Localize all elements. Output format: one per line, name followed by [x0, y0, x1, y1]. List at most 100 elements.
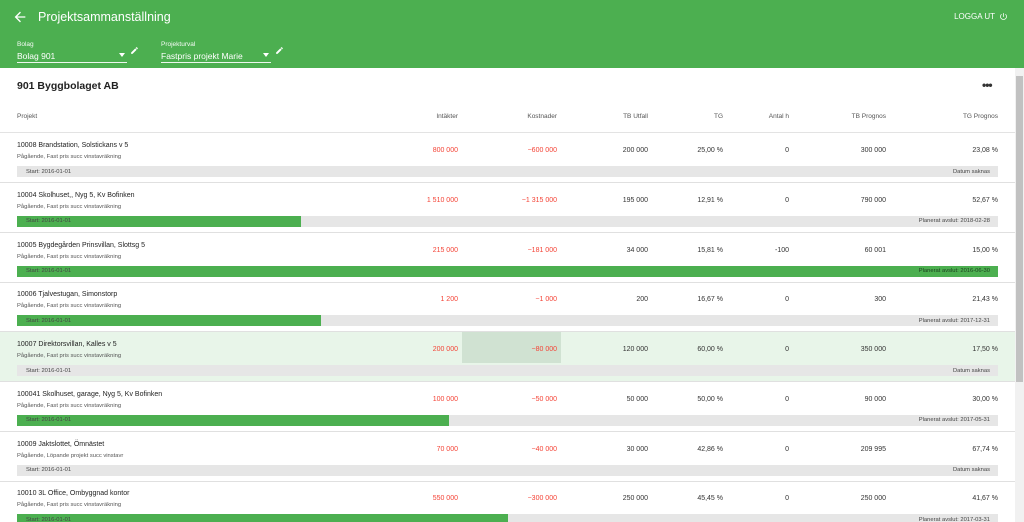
- cell-tb-prognos: 300 000: [860, 147, 886, 154]
- progress-bar: Start: 2016-01-01 Datum saknas: [17, 365, 998, 376]
- table-row[interactable]: 10006 Tjalvestugan, Simonstorp Pågående, …: [0, 282, 1015, 333]
- col-header-tb-utfall: TB Utfall: [623, 113, 648, 120]
- start-date: Start: 2016-01-01: [26, 367, 72, 374]
- end-date: Datum saknas: [952, 367, 990, 374]
- col-header-projekt: Projekt: [17, 113, 38, 120]
- start-date: Start: 2016-01-01: [26, 218, 72, 225]
- col-header-intakter: Intäkter: [436, 113, 458, 120]
- project-status: Pågående, Fast pris succ vinstavräkning: [17, 402, 122, 409]
- start-date: Start: 2016-01-01: [26, 516, 72, 522]
- project-name: 10004 Skolhuset,, Nyg 5, Kv Bofinken: [17, 191, 135, 199]
- cell-tg-prognos: 41,67 %: [972, 495, 998, 503]
- cell-tb-utfall: 30 000: [626, 445, 648, 453]
- start-date: Start: 2016-01-01: [26, 417, 72, 424]
- cell-intakter: 550 000: [432, 495, 458, 503]
- company-label: Bolag: [17, 41, 34, 48]
- project-status: Pågående, Fast pris succ vinstavräkning: [17, 353, 122, 359]
- cell-kostnader: −1 000: [535, 296, 557, 304]
- cell-intakter: 200 000: [432, 346, 458, 353]
- project-status: Pågående, Löpande projekt succ vinstavr: [17, 452, 124, 459]
- cell-antal-h: 0: [785, 395, 789, 403]
- cell-tb-utfall: 200 000: [622, 147, 648, 154]
- arrow-left-icon[interactable]: [12, 9, 28, 25]
- app-bar: Projektsammanställning LOGGA UT Bolag Bo…: [0, 0, 1024, 68]
- cell-kostnader: −600 000: [527, 147, 557, 154]
- cell-intakter: 100 000: [432, 395, 458, 403]
- cell-tb-prognos: 250 000: [860, 495, 886, 503]
- logout-button[interactable]: LOGGA UT: [954, 12, 1008, 21]
- cell-tb-prognos: 350 000: [860, 346, 886, 353]
- table-row[interactable]: 100041 Skolhuset, garage, Nyg 5, Kv Bofi…: [0, 382, 1015, 432]
- start-date: Start: 2016-01-01: [26, 268, 72, 274]
- project-status: Pågående, Fast pris succ vinstavräkning: [17, 253, 122, 260]
- table-row[interactable]: 10009 Jaktslottet, Ömnästet Pågående, Löp…: [0, 432, 1015, 482]
- progress-bar: Start: 2016-01-01 Planerat avslut: 2016-…: [17, 265, 998, 277]
- project-name: 10005 Bygdegården Prinsvillan, Slottsg 5: [17, 241, 146, 249]
- pencil-icon[interactable]: [275, 46, 284, 55]
- progress-bar: Start: 2016-01-01 Planerat avslut: 2017-…: [17, 514, 998, 522]
- cell-tb-utfall: 120 000: [622, 346, 648, 353]
- cell-antal-h: 0: [785, 296, 789, 304]
- cell-intakter: 1 510 000: [426, 196, 458, 204]
- cell-tb-prognos: 790 000: [860, 196, 886, 204]
- project-name: 10006 Tjalvestugan, Simonstorp: [17, 291, 118, 299]
- cell-tb-utfall: 200: [636, 296, 648, 304]
- project-status: Pågående, Fast pris succ vinstavräkning: [17, 502, 122, 509]
- pencil-icon[interactable]: [130, 46, 139, 55]
- end-date: Datum saknas: [952, 168, 990, 175]
- project-name: 100041 Skolhuset, garage, Nyg 5, Kv Bofi…: [17, 390, 163, 398]
- cell-tg-prognos: 17,50 %: [972, 346, 998, 353]
- progress-bar: Start: 2016-01-01 Datum saknas: [17, 166, 998, 177]
- cell-kostnader: −50 000: [531, 395, 558, 403]
- cell-antal-h: 0: [785, 147, 789, 154]
- progress-bar: Start: 2016-01-01 Planerat avslut: 2018-…: [17, 215, 998, 227]
- cell-tb-utfall: 195 000: [622, 196, 648, 204]
- cell-tb-utfall: 34 000: [626, 246, 648, 254]
- cell-tb-utfall: 250 000: [622, 495, 648, 503]
- progress-fill: [17, 514, 508, 522]
- table-row[interactable]: 10010 3L Office, Ombyggnad kontor Pågåend…: [0, 481, 1015, 522]
- power-icon: [1000, 13, 1007, 20]
- logout-label: LOGGA UT: [954, 12, 995, 21]
- cell-kostnader: −181 000: [527, 246, 557, 254]
- cell-tb-prognos: 209 995: [860, 445, 886, 453]
- table-row[interactable]: 10007 Direktorsvillan, Kalles v 5 Pågåend…: [0, 332, 1015, 382]
- table-row[interactable]: 10008 Brandstation, Solstickans v 5 Pågåe…: [0, 133, 1015, 183]
- project-status: Pågående, Fast pris succ vinstavräkning: [17, 303, 122, 310]
- scrollbar-thumb[interactable]: [1016, 76, 1023, 382]
- selection-select[interactable]: Fastpris projekt Marie: [161, 49, 271, 63]
- progress-fill: [17, 265, 998, 277]
- cell-antal-h: 0: [785, 346, 789, 353]
- cell-kostnader: −300 000: [527, 495, 557, 503]
- scrollbar[interactable]: [1015, 68, 1024, 522]
- col-header-tb-prognos: TB Prognos: [851, 113, 886, 120]
- project-name: 10010 3L Office, Ombyggnad kontor: [17, 490, 130, 498]
- company-select[interactable]: Bolag 901: [17, 49, 127, 63]
- cell-intakter: 215 000: [432, 246, 458, 254]
- cell-kostnader: −40 000: [531, 445, 558, 453]
- table-row[interactable]: 10005 Bygdegården Prinsvillan, Slottsg 5…: [0, 233, 1015, 283]
- cell-tg-prognos: 15,00 %: [972, 246, 998, 254]
- end-date: Planerat avslut: 2017-05-31: [918, 417, 990, 424]
- project-name: 10008 Brandstation, Solstickans v 5: [17, 142, 129, 149]
- company-value: Bolag 901: [17, 50, 56, 61]
- col-header-kostnader: Kostnader: [527, 113, 557, 120]
- cell-tb-prognos: 60 001: [864, 246, 886, 254]
- cell-kostnader: −1 315 000: [521, 196, 557, 204]
- project-name: 10009 Jaktslottet, Ömnästet: [17, 440, 105, 448]
- dropdown-caret-icon: [263, 53, 269, 57]
- page-title: Projektsammanställning: [38, 10, 171, 24]
- col-header-antal-h: Antal h: [768, 113, 789, 120]
- cell-antal-h: 0: [785, 196, 789, 204]
- progress-bar: Start: 2016-01-01 Planerat avslut: 2017-…: [17, 315, 998, 327]
- cell-tg-prognos: 23,08 %: [972, 147, 998, 154]
- cell-tb-utfall: 50 000: [626, 395, 648, 403]
- col-header-tg-prognos: TG Prognos: [962, 113, 998, 120]
- end-date: Planerat avslut: 2016-06-30: [918, 268, 990, 274]
- end-date: Datum saknas: [952, 467, 990, 473]
- company-heading: 901 Byggbolaget AB: [17, 80, 119, 92]
- selection-value: Fastpris projekt Marie: [161, 50, 243, 61]
- table-row[interactable]: 10004 Skolhuset,, Nyg 5, Kv Bofinken Pågå…: [0, 183, 1015, 233]
- more-horizontal-icon[interactable]: •••: [982, 78, 993, 92]
- cell-intakter: 70 000: [436, 445, 458, 453]
